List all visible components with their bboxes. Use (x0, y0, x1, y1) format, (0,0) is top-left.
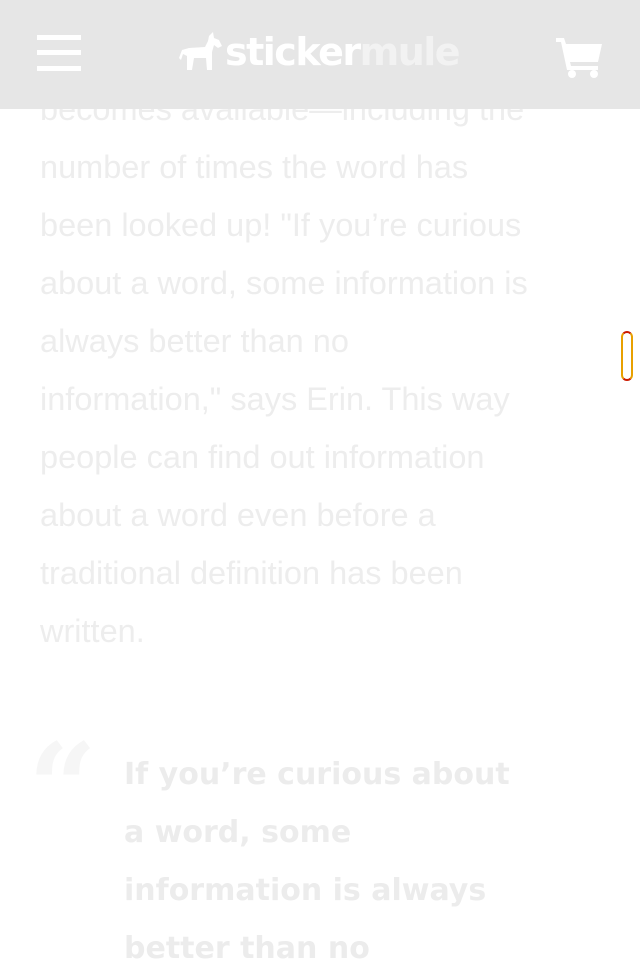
article-line: people can find out information (40, 439, 485, 475)
article-body: becomes available—including the number o… (40, 80, 610, 660)
pull-quote-line: If you’re curious about (124, 757, 510, 792)
quote-mark-icon: “ (28, 717, 98, 858)
article-line: written. (40, 613, 145, 649)
scroll-indicator[interactable] (621, 331, 633, 381)
shopping-cart-icon[interactable] (556, 36, 604, 78)
article-line: about a word, some information is (40, 265, 528, 301)
article-line: been looked up! "If you’re curious (40, 207, 522, 243)
menu-bar (37, 35, 81, 40)
logo-text-main: sticker (225, 30, 361, 74)
site-header: stickermule (0, 0, 640, 109)
menu-bar (37, 66, 81, 71)
logo-text-accent: mule (359, 30, 461, 74)
article-line: always better than no (40, 323, 349, 359)
article-paragraph: becomes available—including the number o… (40, 80, 610, 660)
pull-quote-line: better than no (124, 931, 370, 959)
article-line: traditional definition has been (40, 555, 463, 591)
article-line: about a word even before a (40, 497, 436, 533)
stickermule-logo[interactable]: stickermule (179, 30, 461, 74)
logo-wordmark: stickermule (225, 30, 461, 74)
pull-quote-line: a word, some (124, 815, 352, 850)
article-line: information," says Erin. This way (40, 381, 510, 417)
menu-bar (37, 50, 81, 55)
pull-quote: If you’re curious about a word, some inf… (124, 746, 544, 959)
hamburger-menu-icon[interactable] (37, 33, 81, 73)
article-line: number of times the word has (40, 149, 469, 185)
pull-quote-line: information is always (124, 873, 487, 908)
mule-icon (179, 32, 222, 70)
